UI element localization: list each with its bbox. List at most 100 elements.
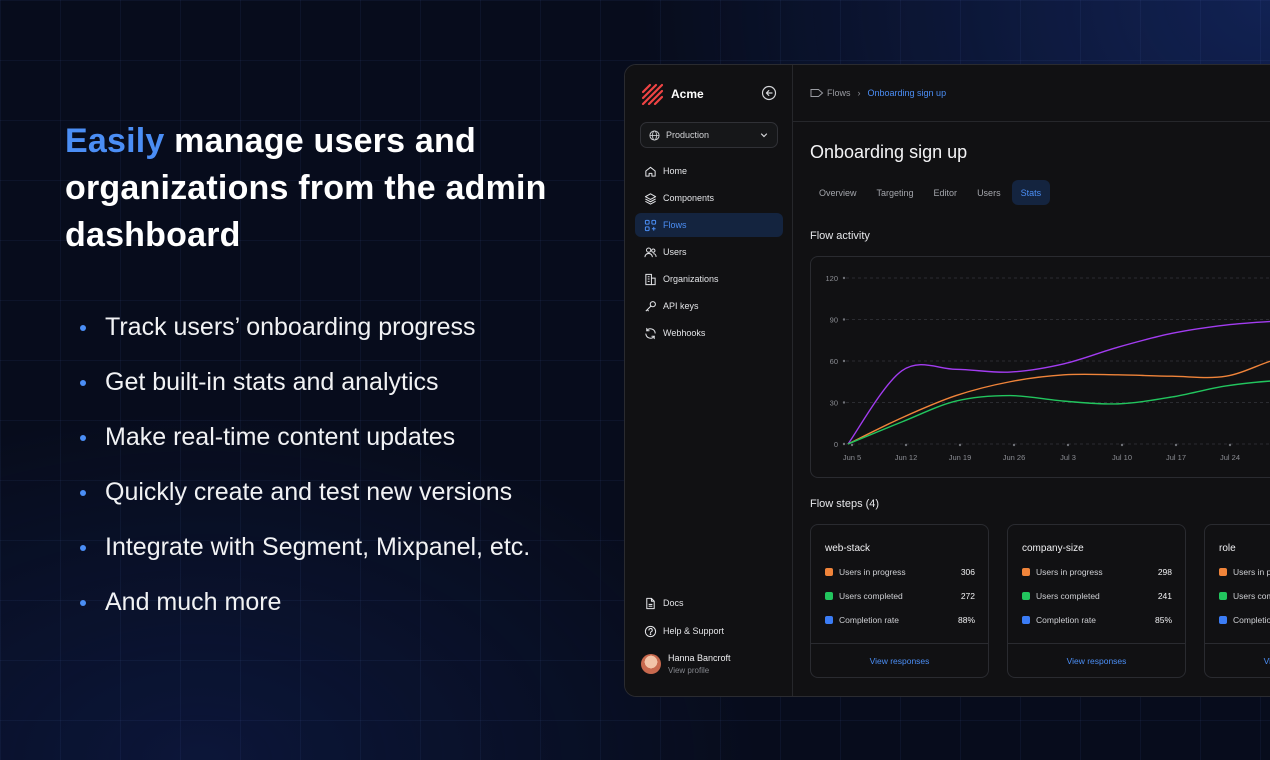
stat-value: 306 <box>960 567 975 577</box>
tabs: Overview Targeting Editor Users Stats <box>810 180 1052 205</box>
step-name: company-size <box>1022 543 1084 554</box>
environment-select[interactable]: Production <box>640 122 778 148</box>
legend-swatch-icon <box>1022 616 1030 624</box>
stat-label: Users in progress <box>1036 567 1103 577</box>
step-card: web-stack Users in progress 306 Users com… <box>810 524 989 678</box>
tab-editor[interactable]: Editor <box>925 180 967 205</box>
feature-item: Track users’ onboarding progress <box>80 300 530 355</box>
tab-stats[interactable]: Stats <box>1011 180 1051 205</box>
brand[interactable]: Acme <box>641 83 704 105</box>
sidebar-nav: Home Components Flows Users Organization… <box>635 159 783 348</box>
flow-steps: web-stack Users in progress 306 Users com… <box>810 524 1270 678</box>
sidebar-bottom-nav: Docs Help & Support <box>635 591 783 647</box>
hero: Easily manage users and organizations fr… <box>65 118 605 259</box>
feature-item: And much more <box>80 575 530 630</box>
stat-row: Users in progress <box>1219 567 1270 577</box>
sidebar-item-docs[interactable]: Docs <box>635 591 783 615</box>
sidebar-item-help[interactable]: Help & Support <box>635 619 783 643</box>
view-profile-link[interactable]: View profile <box>668 666 731 675</box>
collapse-sidebar-icon[interactable] <box>761 85 777 101</box>
y-tick-dot <box>842 359 846 363</box>
x-tick-label: Jun 19 <box>949 453 972 462</box>
x-tick-label: Jul 17 <box>1166 453 1186 462</box>
legend-swatch-icon <box>1219 568 1227 576</box>
main-content: Flows › Onboarding sign up Onboarding si… <box>793 65 1270 696</box>
sidebar-item-organizations[interactable]: Organizations <box>635 267 783 291</box>
x-tick-label: Jun 5 <box>843 453 861 462</box>
y-tick-label: 60 <box>830 357 838 366</box>
home-icon <box>645 166 656 177</box>
x-tick-label: Jun 12 <box>895 453 918 462</box>
x-tick-label: Jun 26 <box>1003 453 1026 462</box>
sidebar-item-label: Organizations <box>663 274 719 284</box>
sidebar-item-api-keys[interactable]: API keys <box>635 294 783 318</box>
y-tick-dot <box>842 318 846 321</box>
feature-text: And much more <box>105 588 282 616</box>
sidebar-item-label: Flows <box>663 220 687 230</box>
view-responses-link[interactable]: View responses <box>1205 656 1270 666</box>
view-responses-link[interactable]: View responses <box>811 656 988 666</box>
chevron-right-icon: › <box>857 88 861 98</box>
divider <box>1008 643 1185 644</box>
stat-value: 241 <box>1157 591 1172 601</box>
y-tick-dot <box>842 401 846 404</box>
x-tick-dot <box>1174 443 1178 447</box>
flows-icon <box>644 219 657 231</box>
sidebar-item-label: Home <box>663 166 688 176</box>
y-tick-label: 0 <box>834 440 838 449</box>
flow-tag-icon <box>810 89 824 97</box>
sidebar-item-users[interactable]: Users <box>635 240 783 264</box>
legend-swatch-icon <box>1219 592 1227 600</box>
dashboard-window: Acme Production Home Components Flows Us… <box>624 64 1270 697</box>
page-title: Onboarding sign up <box>810 142 968 162</box>
divider <box>811 643 988 644</box>
user-profile[interactable]: Hanna Bancroft View profile <box>641 653 731 675</box>
environment-value: Production <box>666 130 710 140</box>
tab-overview[interactable]: Overview <box>810 180 866 205</box>
view-responses-link[interactable]: View responses <box>1008 656 1185 666</box>
feature-text: Track users’ onboarding progress <box>105 313 476 341</box>
chevron-down-icon <box>760 133 768 138</box>
x-tick-dot <box>904 443 908 447</box>
refresh-icon <box>645 327 656 339</box>
stat-row: Completion rate <box>1219 615 1270 625</box>
breadcrumb-root[interactable]: Flows <box>827 88 851 98</box>
breadcrumb-current[interactable]: Onboarding sign up <box>868 88 947 98</box>
tab-targeting[interactable]: Targeting <box>868 180 923 205</box>
bullet-dot-icon <box>80 379 86 386</box>
stat-label: Users completed <box>839 591 903 601</box>
acme-logo-icon <box>641 83 663 105</box>
series-line <box>847 320 1270 445</box>
y-tick-label: 90 <box>830 316 838 325</box>
legend-swatch-icon <box>825 616 833 624</box>
sidebar-item-webhooks[interactable]: Webhooks <box>635 321 783 345</box>
x-tick-label: Jul 3 <box>1060 453 1076 462</box>
sidebar-item-components[interactable]: Components <box>635 186 783 210</box>
stat-label: Completion rate <box>1233 615 1270 625</box>
sidebar-item-label: Users <box>663 247 687 257</box>
stat-row: Users completed 272 <box>825 591 975 601</box>
flow-steps-title: Flow steps (4) <box>810 498 880 510</box>
stat-value: 298 <box>1157 567 1172 577</box>
bullet-dot-icon <box>80 599 86 606</box>
stat-row: Users completed <box>1219 591 1270 601</box>
y-tick-dot <box>842 276 846 280</box>
stat-row: Completion rate 88% <box>825 615 975 625</box>
sidebar-item-label: Docs <box>663 598 684 608</box>
stat-label: Users completed <box>1233 591 1270 601</box>
feature-text: Quickly create and test new versions <box>105 478 513 506</box>
bullet-dot-icon <box>80 434 86 441</box>
sidebar-item-home[interactable]: Home <box>635 159 783 183</box>
sidebar-item-flows[interactable]: Flows <box>635 213 783 237</box>
stat-label: Users in progress <box>1233 567 1270 577</box>
sidebar-item-label: Components <box>663 193 715 203</box>
x-tick-label: Jul 10 <box>1112 453 1132 462</box>
feature-text: Make real-time content updates <box>105 423 456 451</box>
feature-item: Make real-time content updates <box>80 410 530 465</box>
tab-users[interactable]: Users <box>968 180 1010 205</box>
legend-swatch-icon <box>1022 568 1030 576</box>
stat-value: 272 <box>960 591 975 601</box>
stat-label: Users completed <box>1036 591 1100 601</box>
legend-swatch-icon <box>825 568 833 576</box>
line-chart: 0 30 60 90 120 Jun 5 Jun 12 Jun 19 Jun 26 Jul 3 Ju… <box>825 274 1270 462</box>
